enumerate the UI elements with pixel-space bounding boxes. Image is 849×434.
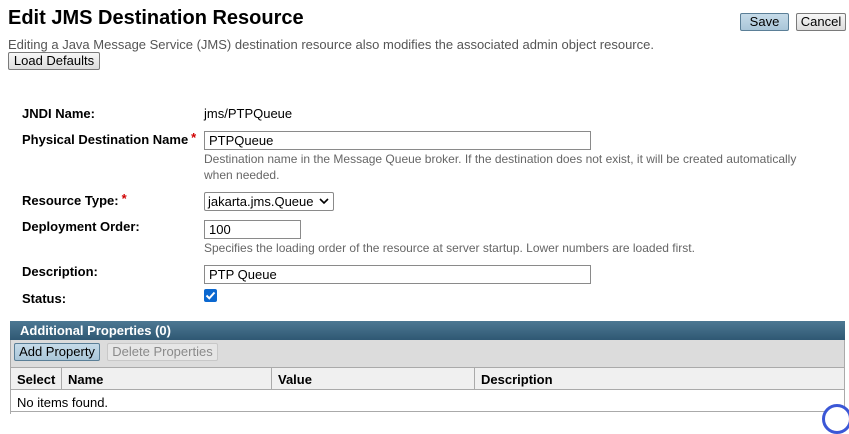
resource-type-value: jakarta.jms.Queue xyxy=(208,194,314,209)
column-select[interactable]: Select xyxy=(11,367,62,390)
resource-type-label-text: Resource Type: xyxy=(22,193,119,208)
chevron-down-icon xyxy=(319,193,329,213)
checkmark-icon xyxy=(205,291,216,300)
physical-destination-input[interactable]: PTPQueue xyxy=(204,131,591,150)
description-label: Description: xyxy=(22,264,98,279)
required-marker: * xyxy=(191,130,197,145)
resource-type-select[interactable]: jakarta.jms.Queue xyxy=(204,192,334,211)
deployment-order-input[interactable]: 100 xyxy=(204,220,301,239)
cancel-button[interactable]: Cancel xyxy=(796,13,846,31)
deployment-order-help: Specifies the loading order of the resou… xyxy=(204,241,695,255)
physical-destination-label-text: Physical Destination Name xyxy=(22,132,189,147)
add-property-button[interactable]: Add Property xyxy=(14,343,100,361)
load-defaults-button[interactable]: Load Defaults xyxy=(8,52,100,70)
physical-destination-help: Destination name in the Message Queue br… xyxy=(204,152,797,182)
additional-properties-header: Additional Properties (0) xyxy=(10,321,845,340)
status-checkbox[interactable] xyxy=(204,289,217,302)
description-input[interactable]: PTP Queue xyxy=(204,265,591,284)
page-title: Edit JMS Destination Resource xyxy=(8,7,304,29)
physical-destination-label: Physical Destination Name * xyxy=(22,130,197,147)
jndi-name-value: jms/PTPQueue xyxy=(204,106,293,121)
properties-toolbar: Add Property Delete Properties xyxy=(10,340,845,367)
resource-type-label: Resource Type: * xyxy=(22,191,127,208)
floating-help-icon[interactable] xyxy=(822,404,849,434)
delete-properties-button[interactable]: Delete Properties xyxy=(107,343,218,361)
required-marker: * xyxy=(121,191,127,206)
status-label: Status: xyxy=(22,291,67,306)
deployment-order-label: Deployment Order: xyxy=(22,219,140,234)
properties-table: Select Name Value Description No items f… xyxy=(10,367,845,414)
page-description: Editing a Java Message Service (JMS) des… xyxy=(8,37,654,52)
empty-table-message: No items found. xyxy=(11,390,844,412)
column-description[interactable]: Description xyxy=(475,367,844,390)
jndi-name-label: JNDI Name: xyxy=(22,106,95,121)
save-button[interactable]: Save xyxy=(740,13,789,31)
column-name[interactable]: Name xyxy=(62,367,272,390)
column-value[interactable]: Value xyxy=(272,367,475,390)
